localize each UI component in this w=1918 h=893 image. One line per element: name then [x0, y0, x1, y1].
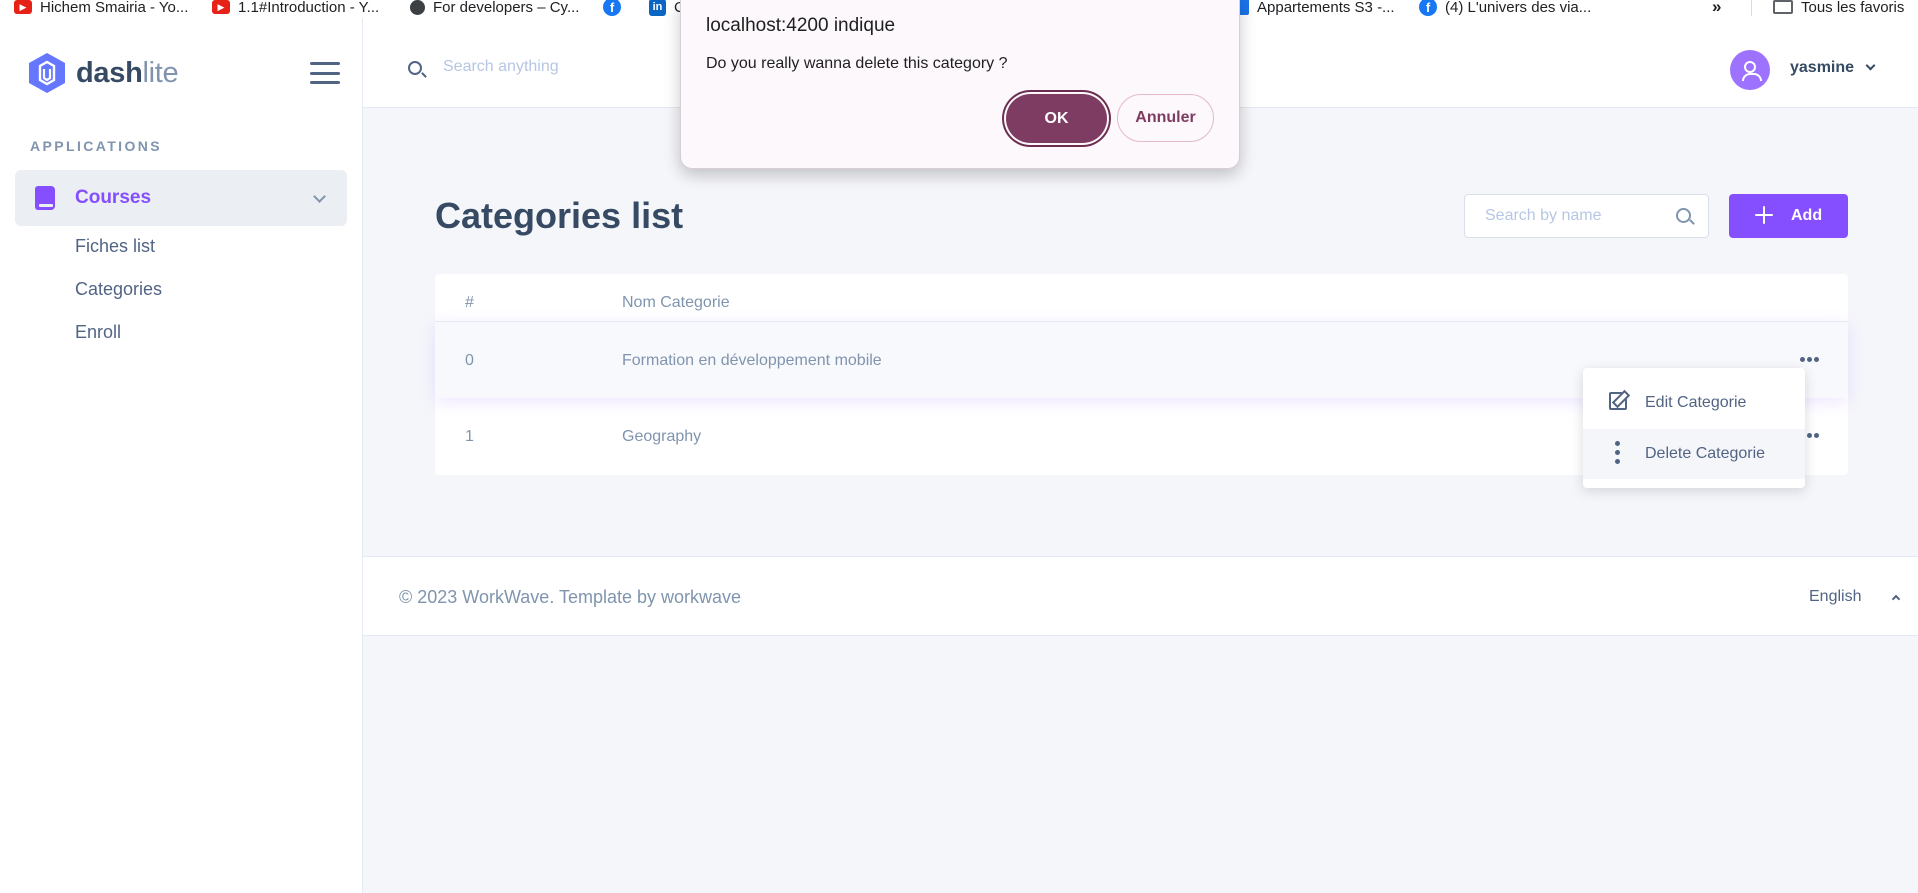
search-by-name-input[interactable]	[1464, 194, 1709, 238]
youtube-icon: ▶	[14, 0, 32, 14]
avatar[interactable]	[1730, 50, 1770, 90]
delete-categorie-menu-item[interactable]: Delete Categorie	[1583, 429, 1805, 479]
user-name[interactable]: yasmine	[1790, 59, 1854, 77]
row-name: Formation en développement mobile	[622, 352, 882, 369]
bookmark-label: For developers – Cy...	[433, 0, 580, 16]
dot	[1807, 433, 1812, 438]
menu-item-label: Delete Categorie	[1645, 445, 1766, 462]
sidebar-item-courses[interactable]: Courses	[15, 170, 347, 226]
logo-text-accent: lite	[142, 56, 179, 89]
facebook-icon: f	[603, 0, 621, 16]
hamburger-icon-line	[310, 62, 340, 65]
bookmark-label: (4) L'univers des via...	[1445, 0, 1592, 16]
sidebar: dashlite APPLICATIONS Courses Fiches lis…	[0, 18, 363, 893]
dot	[1615, 459, 1620, 464]
language-selector[interactable]: English	[1809, 588, 1861, 606]
dialog-title: localhost:4200 indique	[706, 15, 896, 36]
row-name: Geography	[622, 428, 702, 445]
logo-text-main: dash	[76, 56, 143, 89]
plus-icon	[1755, 206, 1773, 224]
add-button-label: Add	[1791, 207, 1823, 224]
dot	[1807, 357, 1812, 362]
logo-text: dashlite	[76, 56, 179, 90]
confirm-dialog: localhost:4200 indique Do you really wan…	[680, 0, 1240, 169]
facebook-icon: f	[1419, 0, 1437, 16]
footer: © 2023 WorkWave. Template by workwave En…	[363, 556, 1918, 636]
dot	[1814, 357, 1819, 362]
dot	[1814, 433, 1819, 438]
column-header-name: Nom Categorie	[622, 294, 730, 311]
menu-toggle-button[interactable]	[310, 62, 340, 84]
logo-icon	[29, 53, 65, 93]
column-header-index: #	[465, 294, 474, 311]
page-title: Categories list	[435, 195, 684, 236]
edit-icon	[1609, 392, 1627, 410]
row-index: 1	[465, 428, 474, 445]
dot	[1615, 450, 1620, 455]
dot	[1800, 357, 1805, 362]
cancel-button[interactable]: Annuler	[1117, 94, 1214, 142]
hamburger-icon-line	[310, 71, 340, 75]
bookmark-label: Appartements S3 -...	[1257, 0, 1395, 16]
sidebar-item-label: Courses	[75, 187, 152, 208]
copyright-text: © 2023 WorkWave. Template by workwave	[399, 587, 742, 607]
chevron-down-icon[interactable]	[1865, 60, 1876, 71]
sidebar-section-heading: APPLICATIONS	[30, 138, 162, 154]
folder-icon	[1773, 0, 1793, 14]
linkedin-icon: in	[649, 0, 666, 16]
row-index: 0	[465, 352, 474, 369]
logo[interactable]: dashlite	[28, 52, 179, 94]
add-button[interactable]: Add	[1729, 194, 1848, 238]
all-bookmarks-button[interactable]: Tous les favoris	[1773, 0, 1904, 16]
menu-item-label: Edit Categorie	[1645, 394, 1747, 411]
youtube-icon: ▶	[212, 0, 230, 14]
search-icon[interactable]	[1676, 208, 1691, 223]
bookmarks-divider	[1751, 0, 1752, 16]
book-icon	[35, 186, 55, 210]
bookmark-item[interactable]: ▶ Hichem Smairia - Yo...	[14, 0, 188, 16]
row-actions-dropdown: Edit Categorie Delete Categorie	[1583, 368, 1805, 488]
bookmark-label: Hichem Smairia - Yo...	[40, 0, 189, 16]
hamburger-icon-line	[310, 81, 340, 84]
dialog-message: Do you really wanna delete this category…	[706, 55, 1008, 72]
bookmark-item[interactable]: For developers – Cy...	[410, 0, 579, 16]
more-options-icon[interactable]	[1800, 357, 1820, 363]
sidebar-subitem-enroll[interactable]: Enroll	[75, 322, 121, 343]
user-icon	[1742, 61, 1762, 81]
bookmark-item[interactable]: f	[603, 0, 621, 16]
bookmark-item[interactable]: Appartements S3 -...	[1237, 0, 1395, 16]
bookmark-item[interactable]: f (4) L'univers des via...	[1419, 0, 1591, 16]
bookmark-label: Tous les favoris	[1801, 0, 1905, 16]
bookmarks-more-button[interactable]: »	[1712, 0, 1721, 17]
sidebar-subitem-fiches-list[interactable]: Fiches list	[75, 236, 155, 257]
chevron-down-icon	[313, 190, 326, 203]
more-vertical-icon	[1615, 441, 1621, 465]
sidebar-subitem-categories[interactable]: Categories	[75, 279, 162, 300]
chevron-up-icon[interactable]	[1891, 594, 1901, 604]
bookmark-label: 1.1#Introduction - Y...	[238, 0, 380, 16]
ok-button[interactable]: OK	[1006, 94, 1107, 143]
globe-icon	[410, 0, 425, 15]
search-icon	[408, 61, 422, 75]
bookmark-item[interactable]: ▶ 1.1#Introduction - Y...	[212, 0, 379, 16]
dot	[1615, 441, 1620, 446]
edit-categorie-menu-item[interactable]: Edit Categorie	[1583, 378, 1805, 428]
